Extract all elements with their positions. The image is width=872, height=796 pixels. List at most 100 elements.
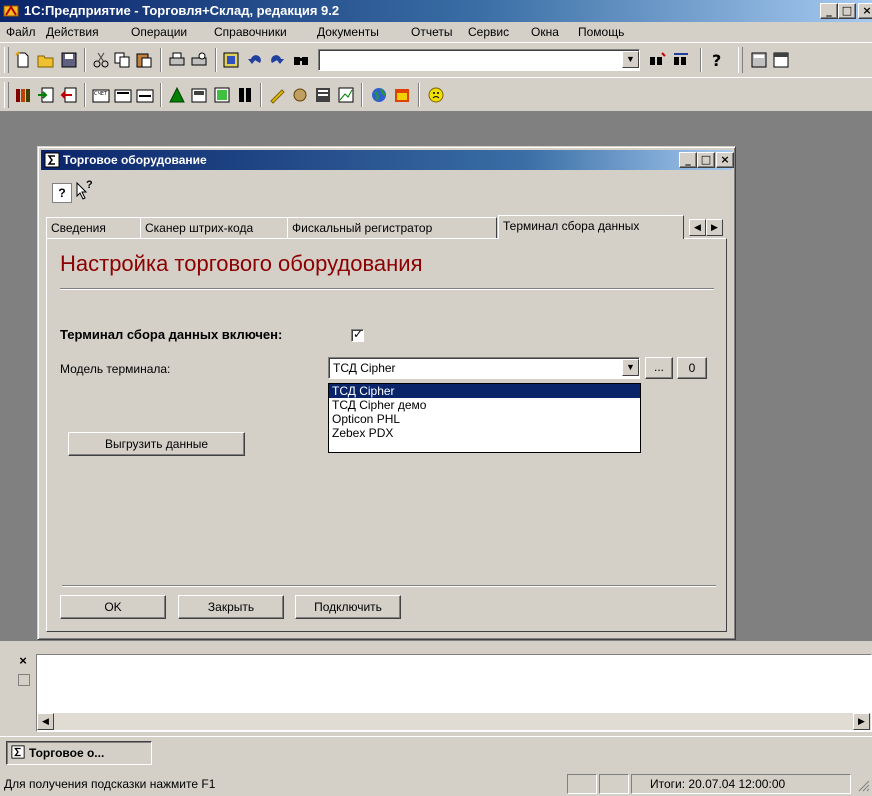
- model-select-value: ТСД Cipher: [333, 361, 396, 375]
- dialog-title: Торговое оборудование: [63, 153, 207, 167]
- chevron-down-icon[interactable]: ▼: [622, 51, 639, 68]
- menu-help[interactable]: Помощь: [578, 25, 624, 39]
- cut-icon[interactable]: [92, 51, 110, 69]
- tab-scroll-right-button[interactable]: ▶: [706, 219, 723, 236]
- messages-text-area[interactable]: ◀ ▶: [36, 654, 872, 732]
- connect-button[interactable]: Подключить: [295, 595, 401, 619]
- dialog-title-bar[interactable]: Торговое оборудование _ □ ×: [41, 150, 734, 170]
- browse-button[interactable]: ...: [645, 357, 673, 379]
- tab-info[interactable]: Сведения: [46, 217, 142, 238]
- act-icon[interactable]: [114, 86, 132, 104]
- ledger-icon[interactable]: [314, 86, 332, 104]
- model-option[interactable]: ТСД Cipher демо: [329, 398, 640, 412]
- scroll-left-button[interactable]: ◀: [37, 713, 54, 730]
- messages-h-scrollbar[interactable]: ◀ ▶: [37, 713, 871, 730]
- tab-scroll-left-button[interactable]: ◀: [689, 219, 706, 236]
- money-icon[interactable]: [291, 86, 309, 104]
- app-title-bar[interactable]: 1С:Предприятие - Торговля+Склад, редакци…: [0, 0, 872, 22]
- menu-windows[interactable]: Окна: [531, 25, 559, 39]
- dialog-close-button[interactable]: ×: [716, 152, 734, 168]
- undo-icon[interactable]: [246, 51, 264, 69]
- menu-file[interactable]: Файл: [6, 25, 36, 39]
- clear-button[interactable]: 0: [677, 357, 707, 379]
- toolbar-grip[interactable]: [4, 47, 9, 73]
- stock-icon[interactable]: [236, 86, 254, 104]
- toolbar-grip[interactable]: [4, 82, 9, 108]
- model-select[interactable]: ТСД Cipher ▼: [328, 357, 640, 379]
- invoice-icon[interactable]: СЧЕТ: [92, 86, 110, 104]
- order-icon[interactable]: [136, 86, 154, 104]
- cashbox-icon[interactable]: [190, 86, 208, 104]
- status-cell: [567, 774, 597, 794]
- paste-icon[interactable]: [135, 51, 153, 69]
- sigma-icon: [44, 152, 60, 168]
- help-icon[interactable]: ?: [52, 183, 72, 203]
- save-icon[interactable]: [60, 51, 78, 69]
- menu-references[interactable]: Справочники: [214, 25, 287, 39]
- tab-data-terminal[interactable]: Терминал сбора данных: [498, 215, 684, 239]
- find-icon[interactable]: [292, 51, 310, 69]
- calendar2-icon[interactable]: [393, 86, 411, 104]
- messages-close-button[interactable]: ×: [16, 654, 30, 668]
- globe-icon[interactable]: [370, 86, 388, 104]
- export-data-button[interactable]: Выгрузить данные: [68, 432, 245, 456]
- copy-icon[interactable]: [113, 51, 131, 69]
- find-next-icon[interactable]: [648, 51, 666, 69]
- model-option[interactable]: Zebex PDX: [329, 426, 640, 440]
- model-dropdown-list: ТСД Cipher ТСД Cipher демо Opticon PHL Z…: [328, 383, 641, 453]
- print-icon[interactable]: [168, 51, 186, 69]
- menu-documents[interactable]: Документы: [317, 25, 379, 39]
- documents-toolbar: СЧЕТ: [0, 77, 872, 113]
- ok-button[interactable]: OK: [60, 595, 166, 619]
- svg-text:?: ?: [712, 51, 721, 69]
- export-icon[interactable]: [60, 86, 78, 104]
- dialog-minimize-button[interactable]: _: [679, 152, 697, 168]
- check-icon: ✓: [353, 327, 364, 341]
- model-option[interactable]: Opticon PHL: [329, 412, 640, 426]
- status-totals: Итоги: 20.07.04 12:00:00: [631, 774, 851, 794]
- dialog-maximize-button[interactable]: □: [697, 152, 715, 168]
- maximize-button[interactable]: □: [838, 3, 856, 19]
- calculator-icon[interactable]: [750, 51, 768, 69]
- trade-equipment-dialog: Торговое оборудование _ □ × ? ? Сведения…: [37, 146, 736, 640]
- import-icon[interactable]: [37, 86, 55, 104]
- terminal-enabled-checkbox[interactable]: ✓: [351, 327, 364, 342]
- bank-icon[interactable]: [168, 86, 186, 104]
- resize-grip-icon[interactable]: [856, 778, 870, 792]
- menu-service[interactable]: Сервис: [468, 25, 509, 39]
- smiley-icon[interactable]: [427, 86, 445, 104]
- calendar-icon[interactable]: [772, 51, 790, 69]
- section-heading: Настройка торгового оборудования: [60, 251, 423, 276]
- messages-panel: × ◀ ▶: [0, 646, 872, 734]
- pen-icon[interactable]: [268, 86, 286, 104]
- minimize-button[interactable]: _: [820, 3, 838, 19]
- model-option[interactable]: ТСД Cipher: [329, 384, 640, 398]
- close-button[interactable]: ×: [858, 3, 872, 19]
- close-dialog-button[interactable]: Закрыть: [178, 595, 284, 619]
- replace-icon[interactable]: [672, 51, 690, 69]
- menu-reports[interactable]: Отчеты: [411, 25, 452, 39]
- tab-barcode-scanner[interactable]: Сканер штрих-кода: [140, 217, 288, 238]
- chevron-down-icon[interactable]: ▼: [622, 359, 639, 376]
- sigma-icon: [11, 745, 25, 759]
- terminal-enabled-label: Терминал сбора данных включен:: [60, 327, 283, 342]
- report-icon[interactable]: [213, 86, 231, 104]
- menu-actions[interactable]: Действия: [46, 25, 99, 39]
- search-combo[interactable]: ▼: [318, 49, 640, 71]
- new-doc-icon[interactable]: [14, 51, 32, 69]
- window-tab-trade-equipment[interactable]: Торговое о...: [6, 741, 152, 765]
- scroll-right-button[interactable]: ▶: [853, 713, 870, 730]
- divider: [60, 288, 714, 290]
- redo-icon[interactable]: [268, 51, 286, 69]
- menu-operations[interactable]: Операции: [131, 25, 187, 39]
- open-folder-icon[interactable]: [37, 51, 55, 69]
- print-preview-icon[interactable]: [190, 51, 208, 69]
- catalog-icon[interactable]: [14, 86, 32, 104]
- chart-icon[interactable]: [337, 86, 355, 104]
- messages-pin-icon[interactable]: [18, 674, 30, 686]
- journal-icon[interactable]: [222, 51, 240, 69]
- tab-fiscal-register[interactable]: Фискальный регистратор: [287, 217, 497, 238]
- whats-this-icon[interactable]: ?: [74, 179, 94, 201]
- help-icon[interactable]: ?: [708, 51, 726, 69]
- app-logo-icon: [3, 5, 19, 17]
